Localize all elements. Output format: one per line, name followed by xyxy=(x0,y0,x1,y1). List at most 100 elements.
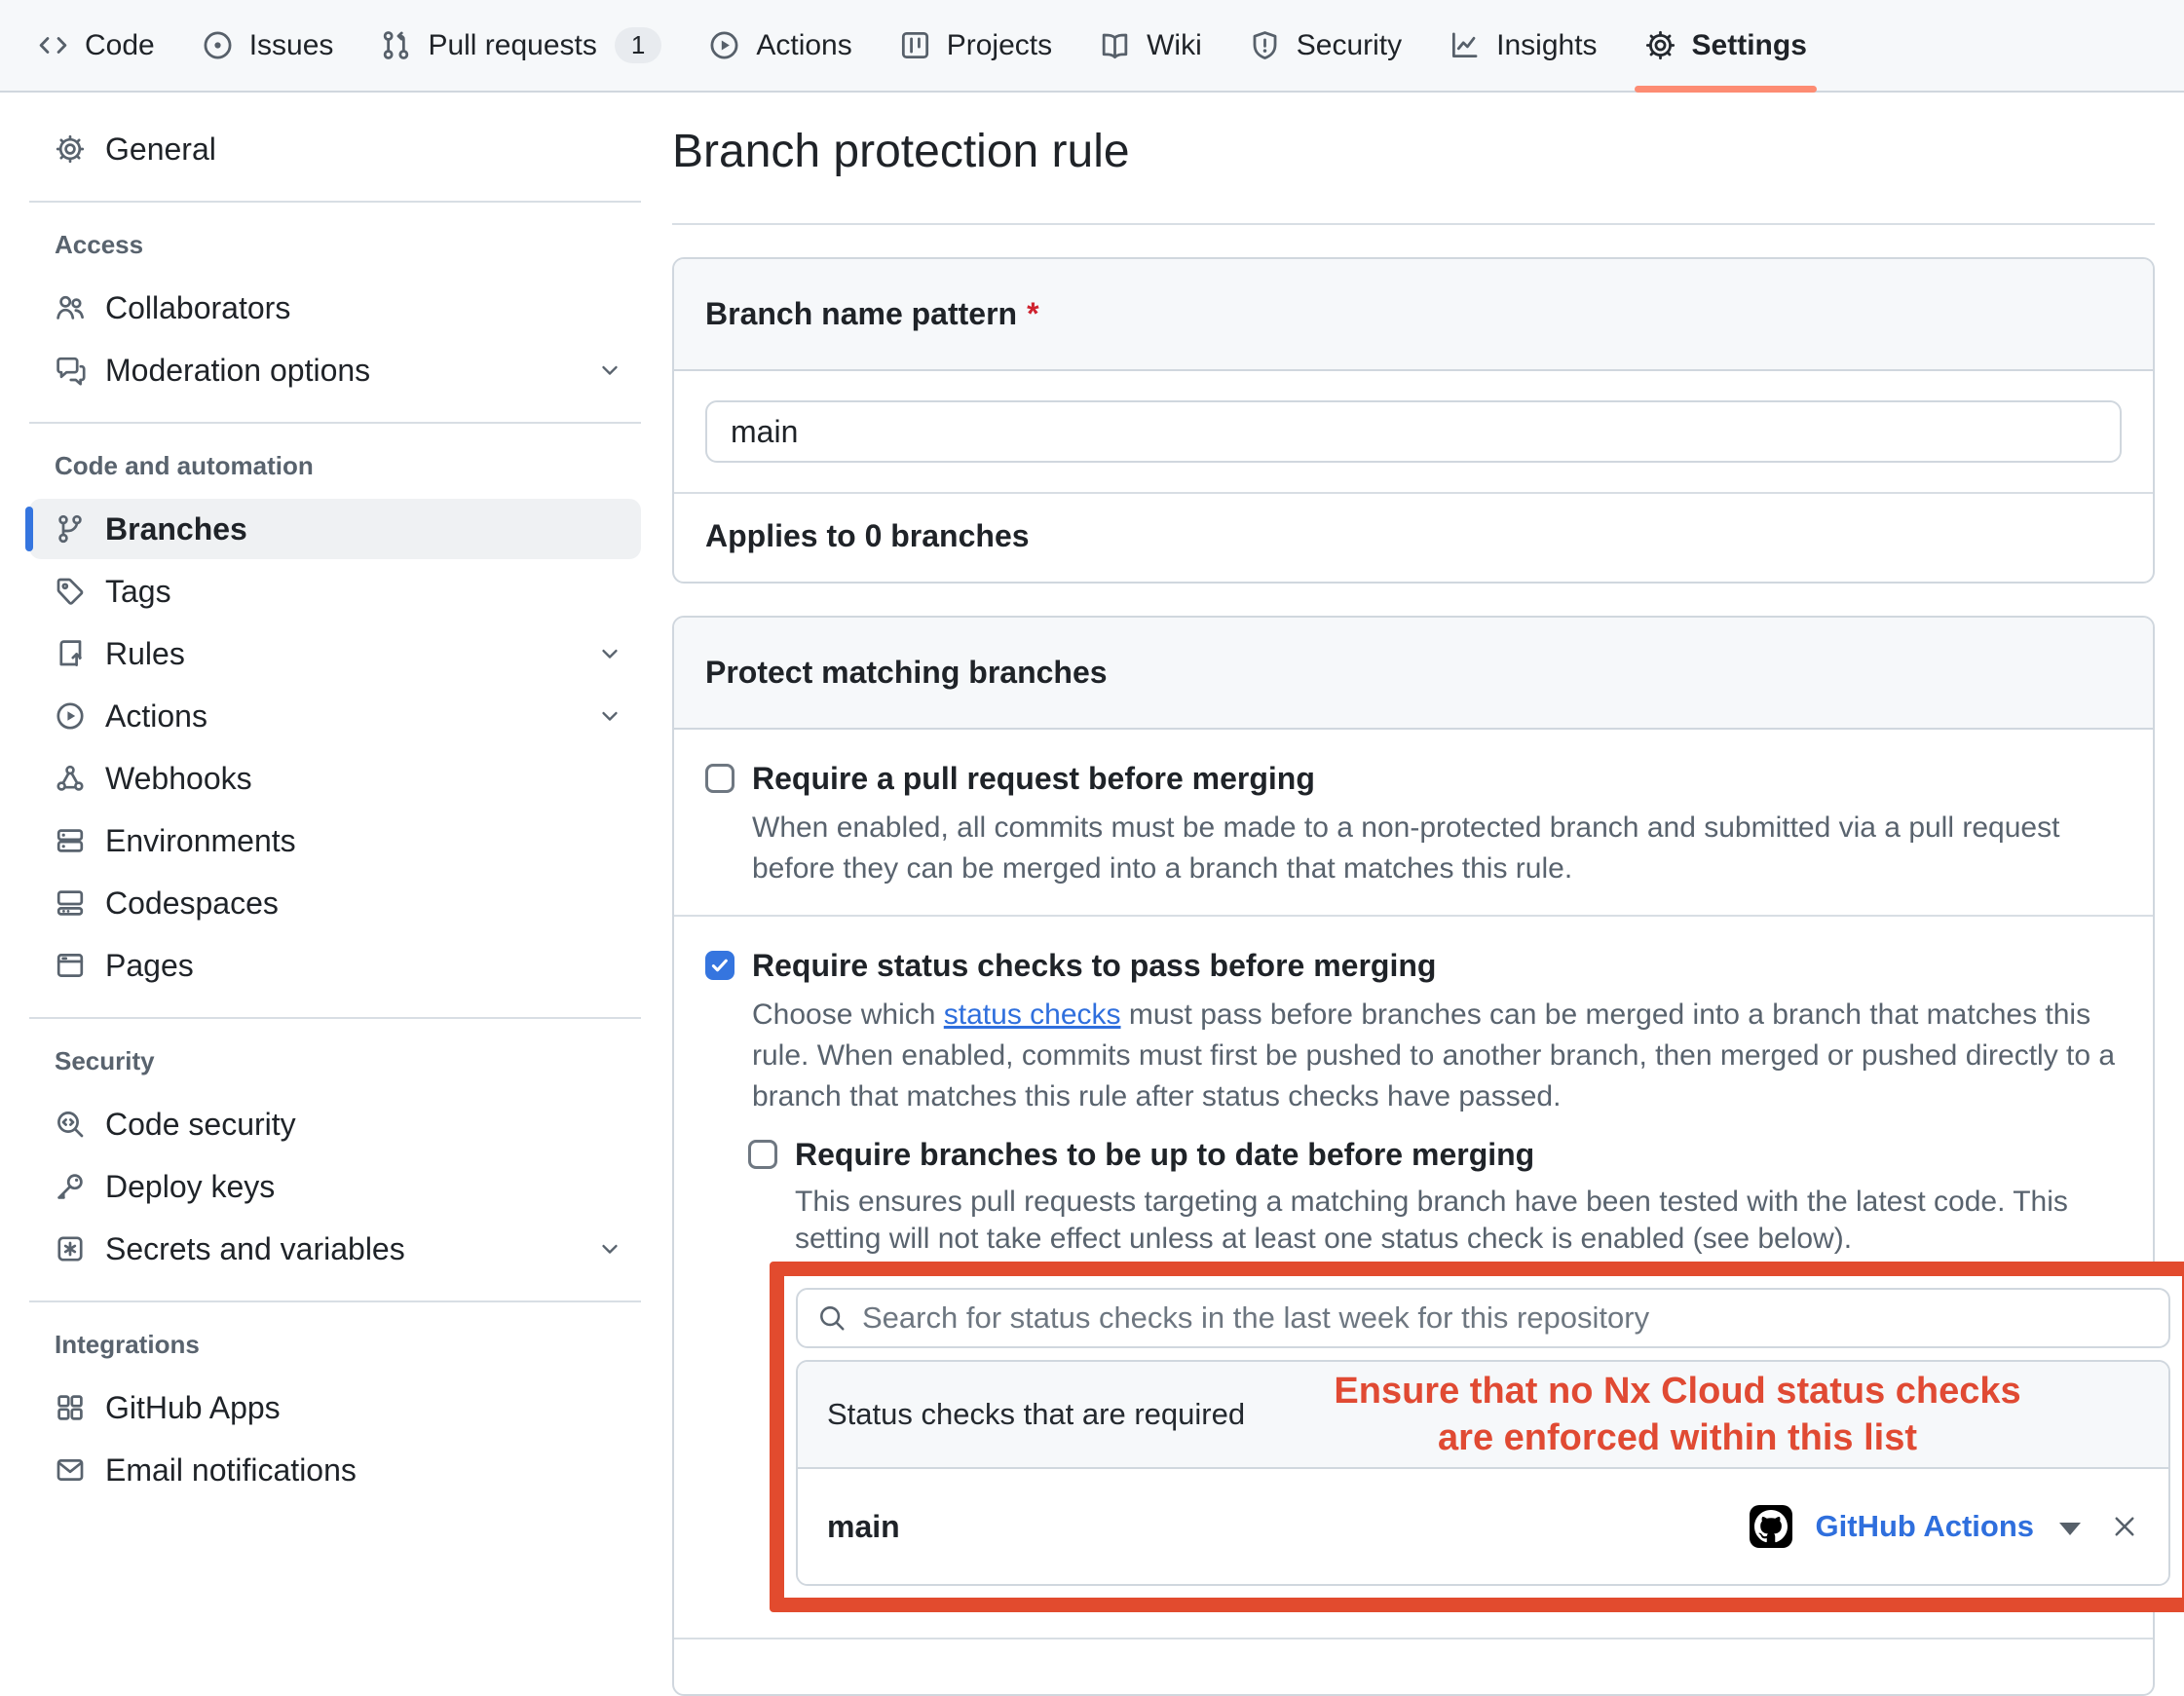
play-icon xyxy=(708,29,740,61)
tab-settings[interactable]: Settings xyxy=(1621,0,1830,91)
sidebar-divider xyxy=(29,201,641,203)
table-icon xyxy=(899,29,931,61)
shield-icon xyxy=(1249,29,1281,61)
require-status-checks-description: Choose which status checks must pass bef… xyxy=(752,995,2116,1117)
sidebar-item-label: GitHub Apps xyxy=(105,1390,281,1426)
sidebar-item-environments[interactable]: Environments xyxy=(29,810,641,871)
sidebar-item-label: Tags xyxy=(105,574,171,610)
check-icon xyxy=(709,955,731,976)
tab-label: Issues xyxy=(249,29,334,62)
gear-icon xyxy=(1644,29,1676,61)
tab-pull-requests[interactable]: Pull requests 1 xyxy=(357,0,685,91)
sidebar-item-label: General xyxy=(105,132,216,168)
sidebar-section-code-and-automation: Code and automation xyxy=(29,445,641,497)
status-check-row-main: main GitHub Actions xyxy=(798,1469,2168,1584)
tab-projects[interactable]: Projects xyxy=(876,0,1075,91)
sidebar-item-webhooks[interactable]: Webhooks xyxy=(29,748,641,809)
sidebar-item-github-apps[interactable]: GitHub Apps xyxy=(29,1377,641,1438)
sidebar-item-label: Moderation options xyxy=(105,353,370,389)
required-asterisk: * xyxy=(1027,296,1038,331)
chevron-down-icon xyxy=(596,702,623,730)
sidebar-item-codespaces[interactable]: Codespaces xyxy=(29,873,641,933)
sidebar-item-branches[interactable]: Branches xyxy=(29,499,641,559)
branch-protection-main: Branch protection rule Branch name patte… xyxy=(672,93,2155,1696)
code-icon xyxy=(37,29,69,61)
settings-sidebar: General Access Collaborators Moderation … xyxy=(29,117,641,1502)
status-checks-header-label: Status checks that are required xyxy=(827,1397,1245,1432)
tab-label: Projects xyxy=(947,29,1052,62)
repo-tab-bar: Code Issues Pull requests 1 Actions Proj… xyxy=(0,0,2184,93)
issue-opened-icon xyxy=(202,29,234,61)
required-status-checks-list: Status checks that are required Ensure t… xyxy=(796,1360,2170,1586)
status-checks-link[interactable]: status checks xyxy=(944,999,1121,1031)
rule-require-status-checks: Require status checks to pass before mer… xyxy=(674,915,2153,1638)
tab-insights[interactable]: Insights xyxy=(1425,0,1620,91)
tab-actions[interactable]: Actions xyxy=(685,0,875,91)
remove-status-check-icon[interactable] xyxy=(2110,1512,2139,1541)
rule-row-cut-off xyxy=(674,1638,2153,1694)
require-pull-request-checkbox[interactable] xyxy=(705,764,734,793)
status-check-search-input[interactable] xyxy=(862,1300,2149,1336)
github-mark-icon xyxy=(1754,1510,1788,1543)
sidebar-item-label: Collaborators xyxy=(105,290,290,326)
app-dropdown-caret[interactable] xyxy=(2059,1523,2081,1535)
status-check-search-field[interactable] xyxy=(796,1288,2170,1348)
sidebar-item-email-notifications[interactable]: Email notifications xyxy=(29,1440,641,1500)
chevron-down-icon xyxy=(596,357,623,384)
tab-label: Security xyxy=(1297,29,1402,62)
gear-icon xyxy=(55,133,86,165)
sidebar-item-general[interactable]: General xyxy=(29,119,641,179)
require-up-to-date-label: Require branches to be up to date before… xyxy=(795,1135,1534,1174)
people-icon xyxy=(55,292,86,323)
tab-security[interactable]: Security xyxy=(1225,0,1425,91)
tab-label: Settings xyxy=(1692,29,1807,62)
browser-icon xyxy=(55,950,86,981)
description-text: Choose which xyxy=(752,999,944,1031)
protect-matching-branches-header: Protect matching branches xyxy=(674,618,2153,730)
sidebar-item-tags[interactable]: Tags xyxy=(29,561,641,622)
sidebar-divider xyxy=(29,1017,641,1019)
sidebar-item-label: Actions xyxy=(105,698,207,735)
tab-issues[interactable]: Issues xyxy=(178,0,358,91)
tag-icon xyxy=(55,576,86,607)
sidebar-item-moderation-options[interactable]: Moderation options xyxy=(29,340,641,400)
rule-require-pull-request: Require a pull request before merging Wh… xyxy=(674,730,2153,915)
sidebar-divider xyxy=(29,1300,641,1302)
key-icon xyxy=(55,1171,86,1202)
play-icon xyxy=(55,700,86,732)
annotation-line-2: are enforced within this list xyxy=(1245,1414,2110,1461)
tab-label: Actions xyxy=(756,29,851,62)
sidebar-divider xyxy=(29,422,641,424)
github-actions-link[interactable]: GitHub Actions xyxy=(1816,1509,2034,1544)
codespaces-icon xyxy=(55,887,86,919)
sidebar-item-collaborators[interactable]: Collaborators xyxy=(29,278,641,338)
chevron-down-icon xyxy=(596,1235,623,1263)
sidebar-item-secrets-and-variables[interactable]: Secrets and variables xyxy=(29,1219,641,1279)
branch-name-pattern-card: Branch name pattern* Applies to 0 branch… xyxy=(672,257,2155,584)
sidebar-section-security: Security xyxy=(29,1040,641,1092)
status-checks-list-header: Status checks that are required Ensure t… xyxy=(798,1362,2168,1469)
sidebar-item-label: Rules xyxy=(105,636,185,672)
sidebar-item-label: Secrets and variables xyxy=(105,1231,405,1267)
tab-code[interactable]: Code xyxy=(14,0,178,91)
sidebar-item-deploy-keys[interactable]: Deploy keys xyxy=(29,1156,641,1217)
sidebar-item-label: Deploy keys xyxy=(105,1169,275,1205)
tab-label: Code xyxy=(85,29,155,62)
sidebar-item-actions[interactable]: Actions xyxy=(29,686,641,746)
branch-name-pattern-input[interactable] xyxy=(705,400,2122,463)
status-check-name: main xyxy=(827,1509,900,1545)
title-divider xyxy=(672,223,2155,225)
github-actions-avatar xyxy=(1750,1505,1792,1548)
sidebar-item-rules[interactable]: Rules xyxy=(29,623,641,684)
tab-wiki[interactable]: Wiki xyxy=(1075,0,1225,91)
require-status-checks-checkbox[interactable] xyxy=(705,951,734,980)
tab-label: Insights xyxy=(1496,29,1597,62)
tab-label: Pull requests xyxy=(428,29,596,62)
git-branch-icon xyxy=(55,513,86,545)
server-icon xyxy=(55,825,86,856)
apps-grid-icon xyxy=(55,1392,86,1423)
require-up-to-date-checkbox[interactable] xyxy=(748,1140,777,1169)
graph-icon xyxy=(1449,29,1481,61)
sidebar-item-pages[interactable]: Pages xyxy=(29,935,641,996)
sidebar-item-code-security[interactable]: Code security xyxy=(29,1094,641,1154)
